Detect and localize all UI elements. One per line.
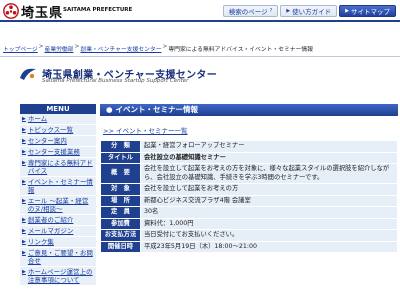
- row-label: タイトル: [100, 151, 141, 164]
- table-row: 対 象 会社を設立して起業をお考えの方: [100, 183, 398, 196]
- arrow-icon: ▶: [22, 160, 26, 166]
- arrow-icon: ▶: [22, 228, 26, 234]
- table-row: 概 要 会社を設立して起業をお考えの方を対象に、様々な起業スタイルの選択肢を紹介…: [100, 163, 398, 184]
- row-value: 平成23年5月19日（木）18:00～21:00: [140, 240, 398, 253]
- sidebar-item-yell[interactable]: ▶ エール ～起業・経営のヌ/相談～: [20, 196, 96, 215]
- sidebar-item-mail-magazine[interactable]: ▶ メールマガジン: [20, 226, 96, 237]
- sidebar-item-events[interactable]: ▶ イベント・セミナー情報: [20, 177, 96, 196]
- arrow-icon: ▶: [22, 116, 26, 122]
- arrow-icon: ▶: [22, 179, 26, 185]
- sitemap-link[interactable]: ▶ サイトマップ: [339, 5, 396, 17]
- sidebar-item-label: トピックス一覧: [27, 126, 74, 134]
- sidebar-item-label: メールマガジン: [27, 227, 74, 235]
- table-row: お支払方法 当日受付にてお支払いください。: [100, 229, 398, 242]
- arrow-icon: ▶: [22, 217, 26, 223]
- row-value: 当日受付にてお支払いください。: [140, 229, 398, 242]
- header-divider: [0, 56, 400, 57]
- sidebar-item-links[interactable]: ▶ リンク集: [20, 237, 96, 248]
- table-row: タイトル 会社設立の基礎知識セミナー: [100, 151, 398, 164]
- breadcrumb-current: 専門家による無料アドバイス・イベント・セミナー情報: [168, 47, 313, 53]
- sidebar-item-label: エール ～起業・経営のヌ/相談～: [27, 197, 89, 213]
- usage-guide-label: 使い方ガイド: [292, 8, 332, 16]
- sidebar-item-home[interactable]: ▶ ホーム: [20, 114, 96, 125]
- sidebar-item-center-guide[interactable]: ▶ センター案内: [20, 136, 96, 147]
- row-label: お支払方法: [100, 229, 141, 242]
- sidebar-item-label: センター案内: [27, 137, 67, 145]
- top-links: 検索のページ ? ▶ 使い方ガイド ▶ サイトマップ: [222, 5, 396, 17]
- row-value: 会社を設立して起業をお考えの方: [140, 183, 398, 196]
- arrow-icon: ▶: [22, 149, 26, 155]
- table-row: 分 類 起業・経営フォローアップセミナー: [100, 140, 398, 153]
- row-label: 定 員: [100, 206, 141, 219]
- top-bar: 埼玉県 SAITAMA PREFECTURE 検索のページ ? ▶ 使い方ガイド…: [0, 0, 400, 22]
- arrow-icon: ▶: [22, 269, 26, 275]
- search-page-link[interactable]: 検索のページ ?: [222, 5, 279, 17]
- sidebar-item-site-notes[interactable]: ▶ ホームページ運営上の注意事項について: [20, 267, 96, 286]
- prefecture-name: 埼玉県: [21, 6, 64, 21]
- breadcrumb-link-center[interactable]: 創業・ベンチャー支援センター: [80, 44, 161, 54]
- section-title: イベント・セミナー情報: [115, 105, 199, 114]
- arrow-icon: ▶: [22, 138, 26, 144]
- row-label: 参加費: [100, 217, 141, 230]
- breadcrumb-separator: >: [162, 44, 168, 50]
- breadcrumb-separator: >: [74, 44, 80, 50]
- sidebar-item-label: ホームページ運営上の注意事項について: [27, 268, 93, 284]
- prefecture-name-en: SAITAMA PREFECTURE: [63, 7, 133, 13]
- arrow-icon: ▶: [22, 198, 26, 204]
- center-logo[interactable]: [18, 66, 38, 82]
- section-title-bar: ● イベント・セミナー情報: [100, 104, 398, 116]
- sidebar-item-expert-advice[interactable]: ▶ 専門家による無料アドバイス: [20, 158, 96, 177]
- sidebar-item-contact[interactable]: ▶ ご意見・ご要望・お問合せ: [20, 248, 96, 267]
- row-value: 資料代：1,000円: [140, 217, 398, 230]
- help-icon: ?: [269, 8, 273, 14]
- event-list-link[interactable]: >> イベント・セミナー一覧: [103, 125, 398, 135]
- breadcrumb-separator: >: [38, 44, 44, 50]
- event-list-link-label: イベント・セミナー一覧: [115, 127, 188, 135]
- usage-guide-link[interactable]: ▶ 使い方ガイド: [280, 5, 338, 17]
- breadcrumb: トップページ > 産業労働部 > 創業・ベンチャー支援センター > 専門家による…: [3, 44, 313, 54]
- sidebar-item-label: イベント・セミナー情報: [27, 178, 93, 194]
- breadcrumb-link-home[interactable]: トップページ: [3, 44, 38, 54]
- arrow-icon: ▶: [22, 250, 26, 256]
- sidebar-item-label: 創業者のご紹介: [27, 216, 74, 224]
- row-label: 対 象: [100, 183, 141, 196]
- table-row: 定 員 30名: [100, 206, 398, 219]
- sidebar-item-label: 専門家による無料アドバイス: [27, 159, 93, 175]
- arrow-icon: ▶: [22, 127, 26, 133]
- breadcrumb-link-industry[interactable]: 産業労働部: [45, 44, 74, 54]
- menu-heading: MENU: [20, 104, 96, 114]
- table-row: 開催日時 平成23年5月19日（木）18:00～21:00: [100, 240, 398, 253]
- row-label: 開催日時: [100, 240, 141, 253]
- table-row: 場 所 新都心ビジネス交流プラザ4階 会議室: [100, 194, 398, 207]
- sidebar-item-label: センター支援業務: [27, 148, 80, 156]
- sidebar-item-label: リンク集: [27, 238, 54, 246]
- sidebar-menu: MENU ▶ ホーム ▶ トピックス一覧 ▶ センター案内 ▶ センター支援業務 ▶ 専門…: [20, 104, 96, 286]
- event-title: 会社設立の基礎知識セミナー: [140, 151, 398, 164]
- row-value: 会社を設立して起業をお考えの方を対象に、様々な起業スタイルの選択肢を紹介しながら…: [140, 163, 398, 184]
- sidebar-item-founders[interactable]: ▶ 創業者のご紹介: [20, 215, 96, 226]
- saitama-prefecture-logo[interactable]: [3, 3, 19, 19]
- row-value: 起業・経営フォローアップセミナー: [140, 140, 398, 153]
- chevron-right-icon: ▶: [286, 8, 291, 14]
- row-label: 場 所: [100, 194, 141, 207]
- sidebar-item-label: ホーム: [27, 115, 48, 123]
- sidebar-item-topics[interactable]: ▶ トピックス一覧: [20, 125, 96, 136]
- chevron-right-icon: ▶: [345, 8, 349, 14]
- row-value: 30名: [140, 206, 398, 219]
- row-value: 新都心ビジネス交流プラザ4階 会議室: [140, 194, 398, 207]
- row-label: 分 類: [100, 140, 141, 153]
- search-page-label: 検索のページ: [228, 8, 268, 16]
- event-detail-table: 分 類 起業・経営フォローアップセミナー タイトル 会社設立の基礎知識セミナー …: [100, 140, 398, 253]
- sidebar-item-support-services[interactable]: ▶ センター支援業務: [20, 147, 96, 158]
- table-row: 参加費 資料代：1,000円: [100, 217, 398, 230]
- arrow-icon: ▶: [22, 239, 26, 245]
- sidebar-item-label: ご意見・ご要望・お問合せ: [27, 249, 93, 265]
- double-chevron-icon: >>: [103, 127, 114, 135]
- center-title-en: Saitama Prefectural Business Startup Sup…: [42, 78, 189, 84]
- row-label: 概 要: [100, 163, 141, 184]
- sitemap-label: サイトマップ: [351, 8, 390, 16]
- bullet-icon: ●: [106, 105, 113, 114]
- main-content: ● イベント・セミナー情報 >> イベント・セミナー一覧 分 類 起業・経営フォ…: [100, 104, 398, 253]
